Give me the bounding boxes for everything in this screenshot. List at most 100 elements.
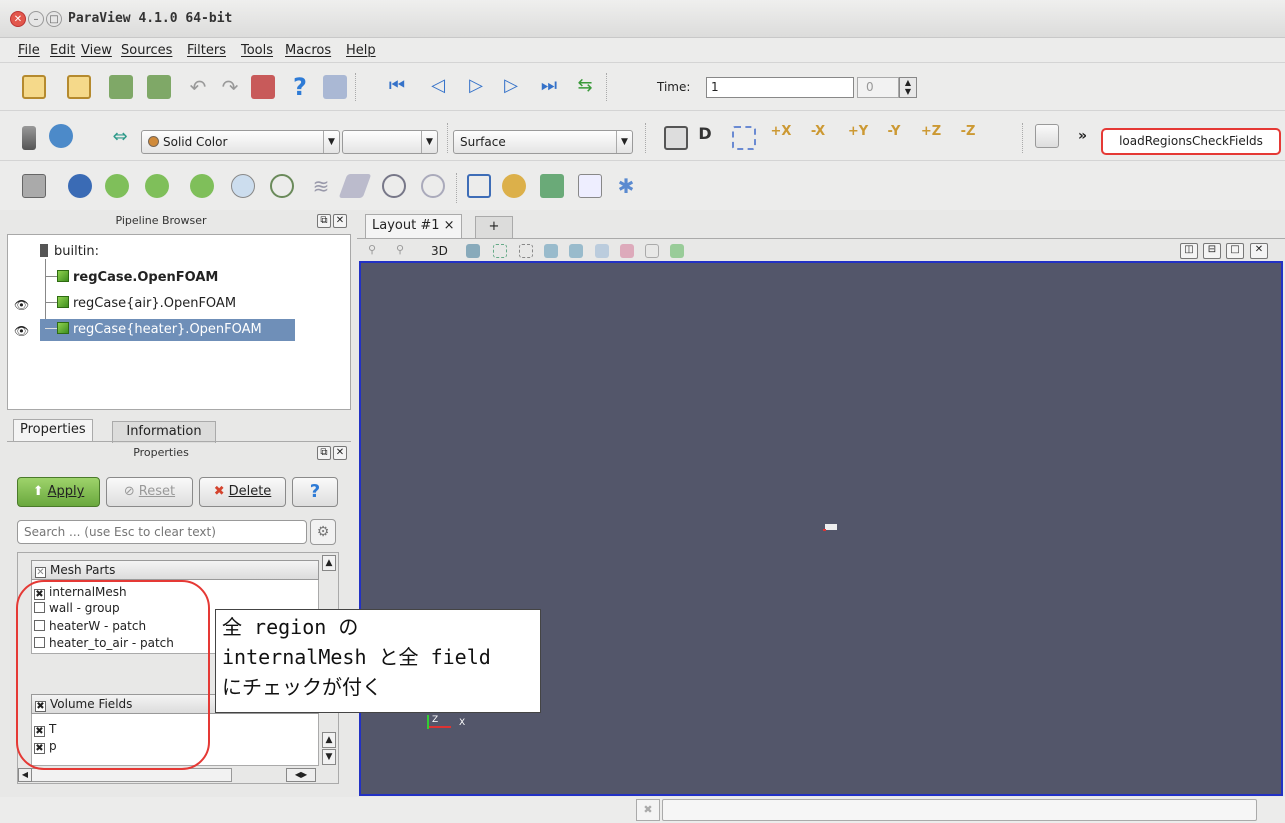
select-cells-icon[interactable] <box>493 244 507 258</box>
previous-frame-icon[interactable]: ◁ <box>426 75 450 99</box>
open-icon[interactable] <box>22 75 46 99</box>
help-button[interactable]: ? <box>292 477 338 507</box>
extract-level-icon[interactable] <box>421 174 445 198</box>
advanced-settings-gear-icon[interactable]: ⚙ <box>310 519 336 545</box>
contour-icon[interactable] <box>68 174 92 198</box>
properties-search-input[interactable] <box>17 520 307 544</box>
undo-icon[interactable]: ↶ <box>186 75 210 99</box>
maximize-view-icon[interactable]: □ <box>1226 243 1244 259</box>
scroll-left-icon[interactable]: ◀ <box>18 768 32 782</box>
eye-visible-icon[interactable]: 👁 <box>14 324 29 338</box>
add-layout-tab-button[interactable]: + <box>475 216 513 238</box>
mesh-parts-header[interactable]: ✕ Mesh Parts <box>31 560 319 580</box>
split-horizontal-icon[interactable]: ◫ <box>1180 243 1198 259</box>
pick-center-icon[interactable] <box>323 75 347 99</box>
connect-icon[interactable] <box>251 75 275 99</box>
set-view-direction-minus-x-icon[interactable]: -X <box>806 124 830 148</box>
open-recent-icon[interactable] <box>67 75 91 99</box>
pipeline-item-builtin[interactable]: builtin: <box>40 244 99 259</box>
time-value-field[interactable]: 1 <box>706 77 854 98</box>
menu-help[interactable]: Help <box>346 43 376 58</box>
group-datasets-icon[interactable] <box>382 174 406 198</box>
window-minimize-button[interactable]: – <box>28 11 44 27</box>
help-icon[interactable]: ? <box>288 73 312 101</box>
select-points-icon[interactable] <box>519 244 533 258</box>
select-polygon-icon[interactable] <box>620 244 634 258</box>
clear-selection-icon[interactable] <box>670 244 684 258</box>
load-state-icon[interactable] <box>109 75 133 99</box>
time-spin-arrows[interactable]: ▲ ▼ <box>899 77 917 98</box>
eye-visible-icon[interactable]: 👁 <box>14 298 29 312</box>
menu-edit[interactable]: Edit <box>50 43 75 58</box>
representation-combo[interactable]: Surface ▼ <box>453 130 633 154</box>
select-frustum-points-icon[interactable] <box>569 244 583 258</box>
clear-output-icon[interactable]: ✖ <box>636 799 660 821</box>
menu-macros[interactable]: Macros <box>285 43 331 58</box>
toolbar-overflow[interactable]: » <box>1078 128 1087 144</box>
scroll-up-icon[interactable]: ▲ <box>322 732 336 748</box>
glyph-icon[interactable] <box>270 174 294 198</box>
apply-button[interactable]: ⬆ Apply <box>17 477 100 507</box>
plot-selection-icon[interactable] <box>502 174 526 198</box>
undock-icon[interactable]: ⧉ <box>317 446 331 460</box>
reset-camera-icon[interactable] <box>664 126 688 150</box>
window-close-button[interactable]: ✕ <box>10 11 26 27</box>
scroll-down-icon[interactable]: ▼ <box>322 749 336 765</box>
pipeline-item-regcase-air[interactable]: regCase{air}.OpenFOAM <box>45 296 236 311</box>
last-frame-icon[interactable]: ⏭ <box>537 75 561 99</box>
window-maximize-button[interactable]: □ <box>46 11 62 27</box>
loop-icon[interactable]: ⇆ <box>573 75 597 99</box>
extract-selection-icon[interactable] <box>467 174 491 198</box>
toggle-3d-button[interactable]: 3D <box>431 244 448 258</box>
color-legend-icon[interactable] <box>22 126 36 150</box>
component-combo[interactable]: ▼ <box>342 130 438 154</box>
clip-icon[interactable] <box>105 174 129 198</box>
render-view[interactable]: Z X <box>359 261 1283 796</box>
set-view-direction-plus-x-icon[interactable]: +X <box>769 124 793 148</box>
split-vertical-icon[interactable]: ⊟ <box>1203 243 1221 259</box>
tab-properties[interactable]: Properties <box>13 419 93 442</box>
zoom-to-data-icon[interactable]: D <box>693 124 717 148</box>
stream-tracer-icon[interactable]: ≋ <box>309 174 333 198</box>
macro-toggle-icon[interactable] <box>1035 124 1059 148</box>
reset-button[interactable]: ⊘ Reset <box>106 477 193 507</box>
menu-tools[interactable]: Tools <box>241 43 273 58</box>
plot-data-icon[interactable] <box>578 174 602 198</box>
first-frame-icon[interactable]: ⏮ <box>385 75 409 99</box>
interaction-mode-icon[interactable]: ⚲ <box>368 243 384 259</box>
horizontal-scrollbar[interactable] <box>18 768 232 782</box>
extract-subset-icon[interactable] <box>231 174 255 198</box>
pipeline-item-regcase[interactable]: regCase.OpenFOAM <box>45 270 218 285</box>
screenshot-icon[interactable] <box>466 244 480 258</box>
macro-load-regions-button[interactable]: loadRegionsCheckFields <box>1101 128 1281 155</box>
menu-view[interactable]: View <box>81 43 112 58</box>
edit-color-map-icon[interactable] <box>49 124 73 148</box>
probe-icon[interactable]: ✱ <box>614 174 638 198</box>
threshold-icon[interactable] <box>190 174 214 198</box>
select-frustum-icon[interactable] <box>544 244 558 258</box>
select-block-icon[interactable] <box>595 244 609 258</box>
menu-filters[interactable]: Filters <box>187 43 226 58</box>
interactive-select-icon[interactable] <box>645 244 659 258</box>
redo-icon[interactable]: ↷ <box>218 75 242 99</box>
plot-over-line-icon[interactable] <box>540 174 564 198</box>
color-by-combo[interactable]: Solid Color ▼ <box>141 130 340 154</box>
next-frame-icon[interactable]: ▷ <box>499 75 523 99</box>
menu-sources[interactable]: Sources <box>121 43 172 58</box>
warp-vector-icon[interactable] <box>338 174 372 198</box>
tab-information[interactable]: Information <box>112 421 216 443</box>
close-icon[interactable]: ✕ <box>333 214 347 228</box>
play-icon[interactable]: ▷ <box>464 75 488 99</box>
save-state-icon[interactable] <box>147 75 171 99</box>
scroll-up-icon[interactable]: ▲ <box>322 555 336 571</box>
rescale-icon[interactable]: ⇔ <box>108 126 132 150</box>
pipeline-item-regcase-heater[interactable]: regCase{heater}.OpenFOAM <box>45 322 262 337</box>
mesh-parts-toggle-all[interactable]: ✕ <box>35 567 46 578</box>
menu-file[interactable]: File <box>18 43 40 58</box>
calculator-icon[interactable] <box>22 174 46 198</box>
set-view-direction-plus-y-icon[interactable]: +Y <box>846 124 870 148</box>
time-index-spinbox[interactable]: 0 <box>857 77 899 98</box>
undock-icon[interactable]: ⧉ <box>317 214 331 228</box>
set-view-direction-minus-y-icon[interactable]: -Y <box>882 124 906 148</box>
close-icon[interactable]: ✕ <box>333 446 347 460</box>
